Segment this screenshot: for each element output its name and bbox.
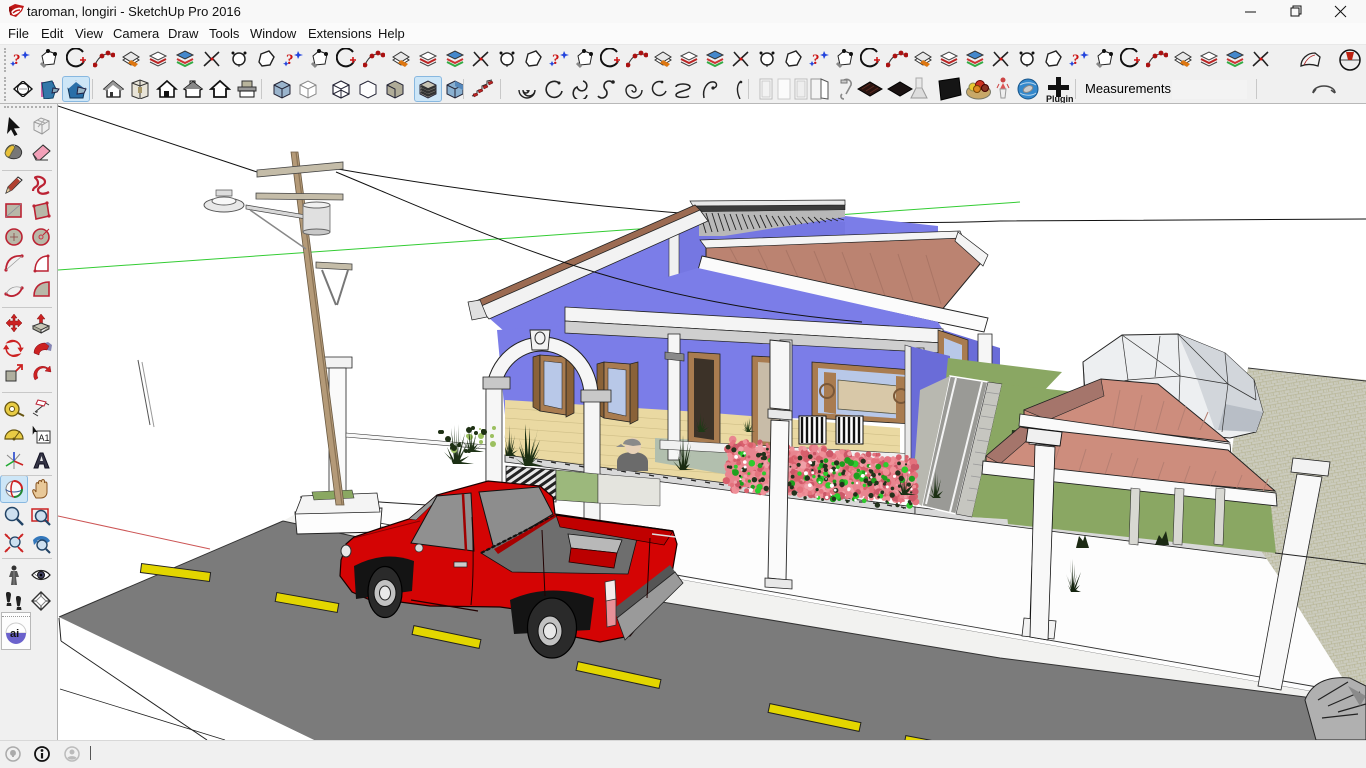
svg-text:?: ? (286, 52, 294, 68)
svg-text:ai: ai (10, 628, 19, 640)
svg-text:Plugin: Plugin (1046, 94, 1074, 103)
svg-text:?: ? (552, 52, 560, 68)
svg-text:?: ? (13, 52, 21, 68)
svg-text:?: ? (812, 52, 820, 68)
svg-text:A1: A1 (39, 433, 50, 443)
svg-text:?: ? (1072, 52, 1080, 68)
